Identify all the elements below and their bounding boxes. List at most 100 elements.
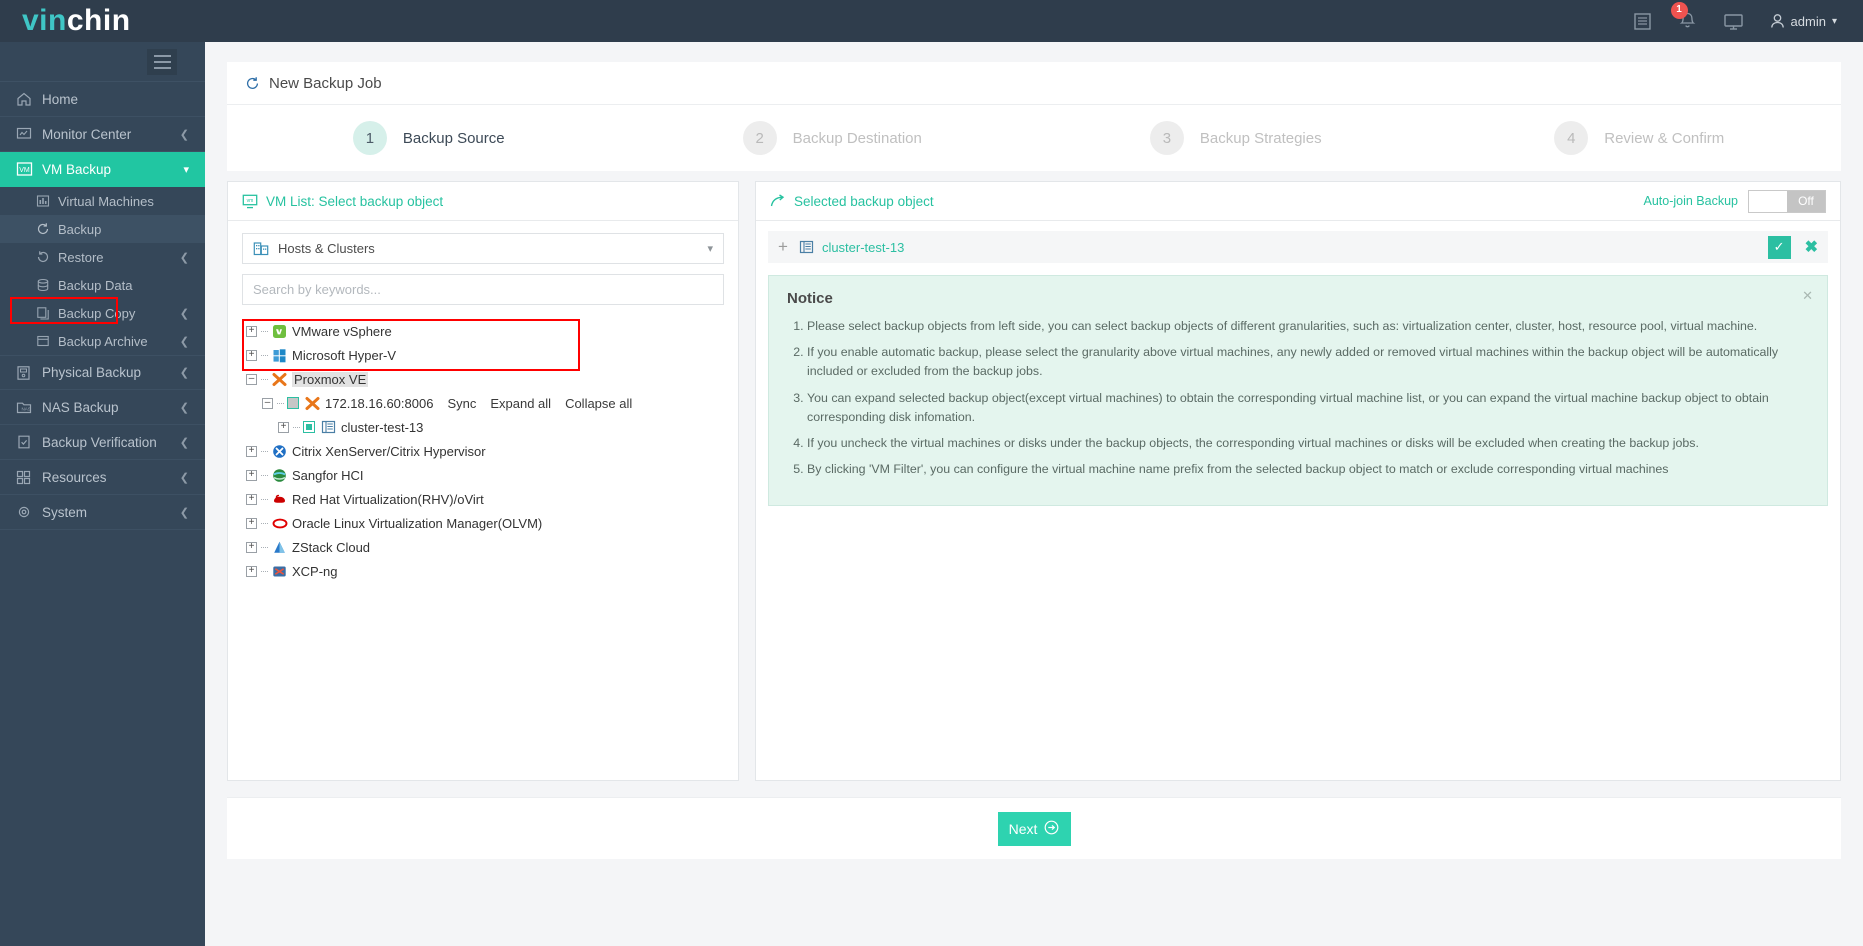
- wizard-step-backup-source[interactable]: 1 Backup Source: [227, 121, 631, 155]
- collapse-icon[interactable]: –: [246, 373, 257, 385]
- tree-label: Citrix XenServer/Citrix Hypervisor: [292, 443, 486, 459]
- view-type-selector[interactable]: Hosts & Clusters ▾: [242, 233, 724, 264]
- expand-icon[interactable]: +: [278, 421, 289, 433]
- sidebar-item-backup[interactable]: Backup: [0, 215, 205, 243]
- step-number: 3: [1149, 121, 1184, 155]
- step-label: Backup Strategies: [1199, 129, 1322, 147]
- search-input[interactable]: [253, 282, 713, 297]
- tree-node-sangfor[interactable]: + Sangfor HCI: [246, 463, 738, 487]
- collapse-all-link[interactable]: Collapse all: [565, 396, 632, 411]
- expand-icon[interactable]: +: [246, 541, 257, 553]
- sidebar-label-home: Home: [42, 91, 79, 107]
- chevron-left-icon: ❮: [179, 251, 189, 264]
- notice-item: If you enable automatic backup, please s…: [807, 343, 1809, 381]
- step-label: Backup Source: [402, 129, 505, 147]
- chevron-down-icon: ▾: [707, 243, 713, 255]
- expand-icon[interactable]: +: [246, 349, 257, 361]
- host-checkbox[interactable]: [287, 397, 299, 409]
- sidebar-item-monitor-center[interactable]: Monitor Center ❮: [0, 117, 205, 152]
- close-icon[interactable]: ✕: [1802, 288, 1813, 304]
- notice-item: Please select backup objects from left s…: [807, 317, 1809, 336]
- sidebar-item-resources[interactable]: Resources ❮: [0, 460, 205, 495]
- top-header-bar: vinchin 1 admin ▾: [0, 0, 1863, 42]
- sidebar-collapse-area: [0, 42, 205, 82]
- wizard-step-backup-strategies[interactable]: 3 Backup Strategies: [1034, 121, 1438, 155]
- expand-icon[interactable]: +: [246, 469, 257, 481]
- collapse-icon[interactable]: –: [262, 397, 273, 409]
- step-number: 1: [352, 121, 387, 155]
- notice-box: ✕ Notice Please select backup objects fr…: [768, 275, 1828, 506]
- user-menu[interactable]: admin ▾: [1770, 13, 1837, 29]
- sidebar-label-physical-backup: Physical Backup: [42, 365, 142, 380]
- sidebar-label-resources: Resources: [42, 469, 107, 485]
- sidebar-label-backup-copy: Backup Copy: [58, 305, 136, 321]
- expand-icon[interactable]: +: [246, 493, 257, 505]
- notice-item: If you uncheck the virtual machines or d…: [807, 434, 1809, 453]
- zstack-icon: [271, 539, 288, 555]
- wizard-step-backup-destination[interactable]: 2 Backup Destination: [631, 121, 1035, 155]
- virtual-machines-icon: [36, 194, 58, 208]
- sidebar-item-restore[interactable]: Restore ❮: [0, 243, 205, 271]
- tree-node-hyperv[interactable]: + Microsoft Hyper-V: [246, 343, 738, 367]
- tree-label: cluster-test-13: [341, 419, 424, 435]
- tree-node-proxmox-host[interactable]: – 172.18.16.60:8006 Sync Expand all Coll…: [262, 391, 738, 415]
- chevron-left-icon: ❮: [179, 401, 189, 414]
- tree-label: VMware vSphere: [292, 323, 392, 339]
- tree-label: Microsoft Hyper-V: [292, 347, 397, 363]
- notification-count-badge: 1: [1670, 2, 1688, 19]
- wizard-step-review-confirm[interactable]: 4 Review & Confirm: [1438, 121, 1842, 155]
- sidebar-item-physical-backup[interactable]: Physical Backup ❮: [0, 355, 205, 390]
- svg-text:NAS: NAS: [22, 407, 31, 412]
- sidebar-label-virtual-machines: Virtual Machines: [58, 193, 154, 209]
- sidebar-item-backup-copy[interactable]: Backup Copy ❮: [0, 299, 205, 327]
- expand-plus-icon[interactable]: +: [778, 237, 788, 257]
- auto-join-toggle[interactable]: Off: [1748, 189, 1826, 213]
- hamburger-menu-icon[interactable]: [147, 48, 177, 75]
- sync-link[interactable]: Sync: [447, 396, 476, 411]
- selected-object-row[interactable]: + cluster-test-13 ✓ ✖: [768, 231, 1828, 263]
- sidebar-item-virtual-machines[interactable]: Virtual Machines: [0, 187, 205, 215]
- expand-icon[interactable]: +: [246, 325, 257, 337]
- sidebar-label-backup-verification: Backup Verification: [42, 434, 157, 450]
- vm-list-panel-title: VM List: Select backup object: [266, 193, 444, 209]
- sidebar-label-backup-data: Backup Data: [58, 277, 133, 293]
- tree-node-zstack[interactable]: + ZStack Cloud: [246, 535, 738, 559]
- remove-close-icon[interactable]: ✖: [1805, 237, 1818, 257]
- tree-node-citrix[interactable]: + Citrix XenServer/Citrix Hypervisor: [246, 439, 738, 463]
- next-button[interactable]: Next: [997, 811, 1071, 846]
- console-monitor-icon[interactable]: [1723, 12, 1744, 31]
- selected-object-arrow-icon: [770, 194, 786, 208]
- selected-object-panel-header: Selected backup object Auto-join Backup …: [756, 182, 1840, 221]
- resources-icon: [16, 470, 42, 485]
- tree-node-xcpng[interactable]: + XCP-ng: [246, 559, 738, 583]
- cluster-icon: [320, 419, 337, 435]
- vm-list-icon: vm: [242, 194, 258, 209]
- tree-node-oracle-olvm[interactable]: + Oracle Linux Virtualization Manager(OL…: [246, 511, 738, 535]
- sidebar-item-backup-verification[interactable]: Backup Verification ❮: [0, 425, 205, 460]
- sidebar-item-system[interactable]: System ❮: [0, 495, 205, 530]
- tree-node-vmware[interactable]: + VMware vSphere: [246, 319, 738, 343]
- hyperv-icon: [271, 347, 288, 363]
- notification-bell-icon[interactable]: 1: [1670, 2, 1697, 31]
- sidebar-item-nas-backup[interactable]: NAS NAS Backup ❮: [0, 390, 205, 425]
- sidebar-item-home[interactable]: Home: [0, 82, 205, 117]
- confirm-check-button[interactable]: ✓: [1767, 235, 1791, 259]
- sidebar-item-backup-data[interactable]: Backup Data: [0, 271, 205, 299]
- expand-icon[interactable]: +: [246, 565, 257, 577]
- sangfor-icon: [271, 467, 288, 483]
- tree-node-proxmox[interactable]: – Proxmox VE: [246, 367, 738, 391]
- sidebar-item-vm-backup[interactable]: VM VM Backup ▾: [0, 152, 205, 187]
- tree-node-redhat[interactable]: + Red Hat Virtualization(RHV)/oVirt: [246, 487, 738, 511]
- cluster-checkbox[interactable]: [303, 421, 315, 433]
- sidebar-item-backup-archive[interactable]: Backup Archive ❮: [0, 327, 205, 355]
- expand-icon[interactable]: +: [246, 445, 257, 457]
- expand-all-link[interactable]: Expand all: [490, 396, 551, 411]
- logs-icon[interactable]: [1633, 12, 1652, 31]
- expand-icon[interactable]: +: [246, 517, 257, 529]
- tree-node-cluster-test-13[interactable]: + cluster-test-13: [278, 415, 738, 439]
- vm-list-panel-header: vm VM List: Select backup object: [228, 182, 738, 221]
- search-box[interactable]: [242, 274, 724, 305]
- backup-refresh-icon: [36, 222, 58, 236]
- vinchin-logo: vinchin: [22, 6, 131, 36]
- nas-backup-icon: NAS: [16, 399, 42, 415]
